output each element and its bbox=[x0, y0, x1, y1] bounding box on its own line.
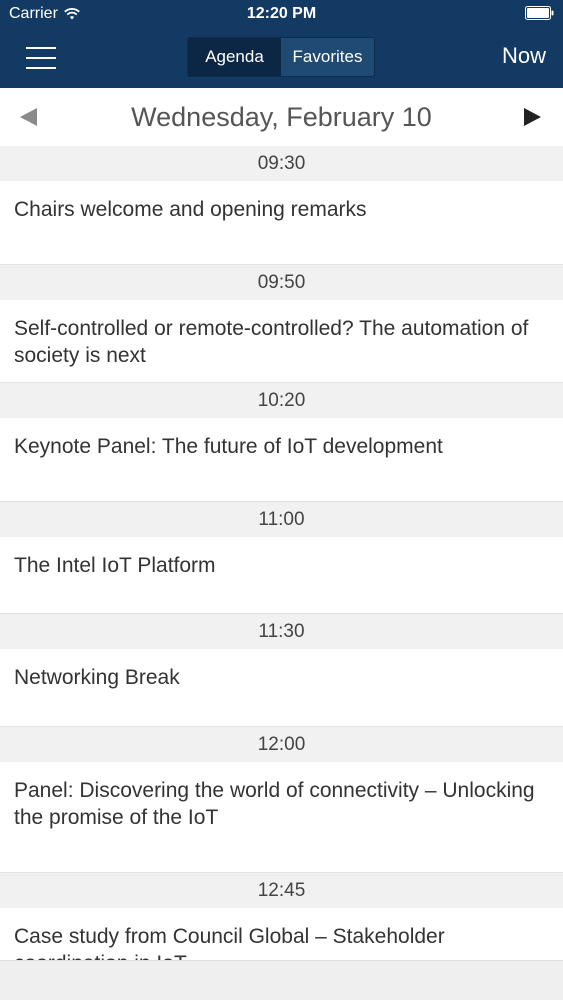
menu-button[interactable] bbox=[26, 45, 56, 71]
session-row[interactable]: Case study from Council Global – Stakeho… bbox=[0, 908, 563, 960]
current-date: Wednesday, February 10 bbox=[131, 102, 432, 132]
bottom-toolbar bbox=[0, 960, 563, 1000]
battery-icon bbox=[525, 6, 554, 20]
status-bar: Carrier 12:20 PM bbox=[0, 0, 563, 30]
time-slot-header: 11:00 bbox=[0, 502, 563, 537]
top-bar: Carrier 12:20 PM Agenda Favorites Now bbox=[0, 0, 563, 88]
time-slot-header: 12:45 bbox=[0, 873, 563, 908]
session-row[interactable]: Networking Break bbox=[0, 649, 563, 727]
session-title: Case study from Council Global – Stakeho… bbox=[14, 925, 445, 960]
session-title: Networking Break bbox=[14, 666, 180, 689]
hamburger-icon-line bbox=[26, 67, 56, 69]
session-row[interactable]: Keynote Panel: The future of IoT develop… bbox=[0, 418, 563, 502]
date-navigator: Wednesday, February 10 bbox=[0, 88, 563, 146]
session-title: The Intel IoT Platform bbox=[14, 554, 216, 577]
next-day-arrow-icon[interactable] bbox=[524, 108, 541, 126]
time-slot-header: 09:30 bbox=[0, 146, 563, 181]
session-row[interactable]: Self-controlled or remote-controlled? Th… bbox=[0, 300, 563, 383]
agenda-favorites-switch: Agenda Favorites bbox=[187, 37, 375, 77]
session-row[interactable]: The Intel IoT Platform bbox=[0, 537, 563, 614]
hamburger-icon-line bbox=[26, 57, 56, 59]
time-slot-header: 12:00 bbox=[0, 727, 563, 762]
tab-agenda[interactable]: Agenda bbox=[188, 38, 281, 76]
session-title: Chairs welcome and opening remarks bbox=[14, 198, 367, 221]
tab-favorites[interactable]: Favorites bbox=[281, 38, 374, 76]
now-button[interactable]: Now bbox=[502, 43, 546, 69]
clock: 12:20 PM bbox=[246, 5, 317, 22]
time-slot-header: 10:20 bbox=[0, 383, 563, 418]
agenda-list[interactable]: 09:30 Chairs welcome and opening remarks… bbox=[0, 146, 563, 960]
time-slot-header: 11:30 bbox=[0, 614, 563, 649]
session-title: Keynote Panel: The future of IoT develop… bbox=[14, 435, 443, 458]
session-row[interactable]: Chairs welcome and opening remarks bbox=[0, 181, 563, 265]
session-title: Panel: Discovering the world of connecti… bbox=[14, 779, 535, 829]
navigation-bar: Agenda Favorites Now bbox=[0, 30, 563, 88]
session-title: Self-controlled or remote-controlled? Th… bbox=[14, 317, 529, 367]
time-slot-header: 09:50 bbox=[0, 265, 563, 300]
hamburger-icon-line bbox=[26, 47, 56, 49]
session-row[interactable]: Panel: Discovering the world of connecti… bbox=[0, 762, 563, 873]
